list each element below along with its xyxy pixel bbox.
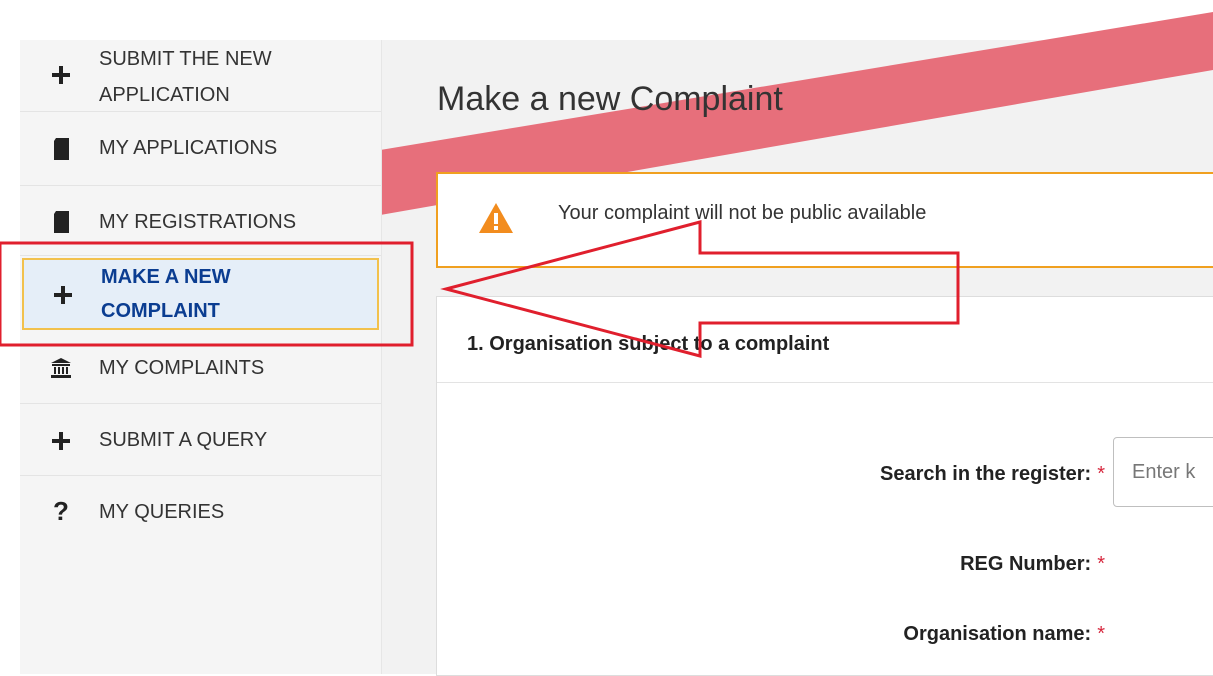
question-icon: ? [53,495,69,526]
reg-number-label: REG Number: * [960,553,1105,576]
required-marker: * [1097,623,1105,645]
sidebar-item-label: SUBMIT A QUERY [99,429,268,451]
sidebar-item-make-new-complaint[interactable]: MAKE A NEW COMPLAINT [22,258,379,330]
sidebar-item-my-complaints[interactable]: MY COMPLAINTS [20,332,381,404]
institution-icon [50,356,72,378]
sidebar-item-label: SUBMIT THE NEW [99,48,272,70]
field-label: Organisation name: [903,623,1092,645]
document-icon [50,138,72,160]
organisation-name-label: Organisation name: * [903,623,1105,646]
sidebar-item-label: APPLICATION [99,84,230,106]
sidebar-item-submit-query[interactable]: SUBMIT A QUERY [20,404,381,476]
sidebar-item-my-applications[interactable]: MY APPLICATIONS [20,112,381,186]
plus-icon [52,284,74,306]
sidebar-item-my-queries[interactable]: ? MY QUERIES [20,476,381,548]
search-register-label: Search in the register: * [880,463,1105,486]
sidebar-item-submit-new-application[interactable]: SUBMIT THE NEW APPLICATION [20,40,381,112]
required-marker: * [1097,553,1105,575]
sidebar-item-label: MY COMPLAINTS [99,357,265,379]
sidebar-item-my-registrations[interactable]: MY REGISTRATIONS [20,186,381,256]
field-label: REG Number: [960,553,1092,575]
privacy-alert: Your complaint will not be public availa… [436,172,1213,268]
sidebar-item-label: MAKE A NEW [101,266,231,288]
required-marker: * [1097,463,1105,485]
sidebar-item-label: MY QUERIES [99,501,225,523]
section-title: 1. Organisation subject to a complaint [467,333,830,355]
page-title: Make a new Complaint [437,80,783,118]
sidebar-item-label: COMPLAINT [101,300,220,322]
plus-icon [50,64,72,86]
search-register-input[interactable] [1113,437,1213,507]
field-label: Search in the register: [880,463,1092,485]
sidebar-item-label: MY REGISTRATIONS [99,211,297,233]
warning-icon [478,202,514,239]
alert-text: Your complaint will not be public availa… [558,202,927,224]
complaint-form-panel: 1. Organisation subject to a complaint S… [436,296,1213,676]
document-icon [50,211,72,233]
plus-icon [50,430,72,452]
sidebar-item-label: MY APPLICATIONS [99,137,278,159]
panel-header: 1. Organisation subject to a complaint [437,297,1213,383]
sidebar: SUBMIT THE NEW APPLICATION MY APPLICATIO… [20,40,382,674]
